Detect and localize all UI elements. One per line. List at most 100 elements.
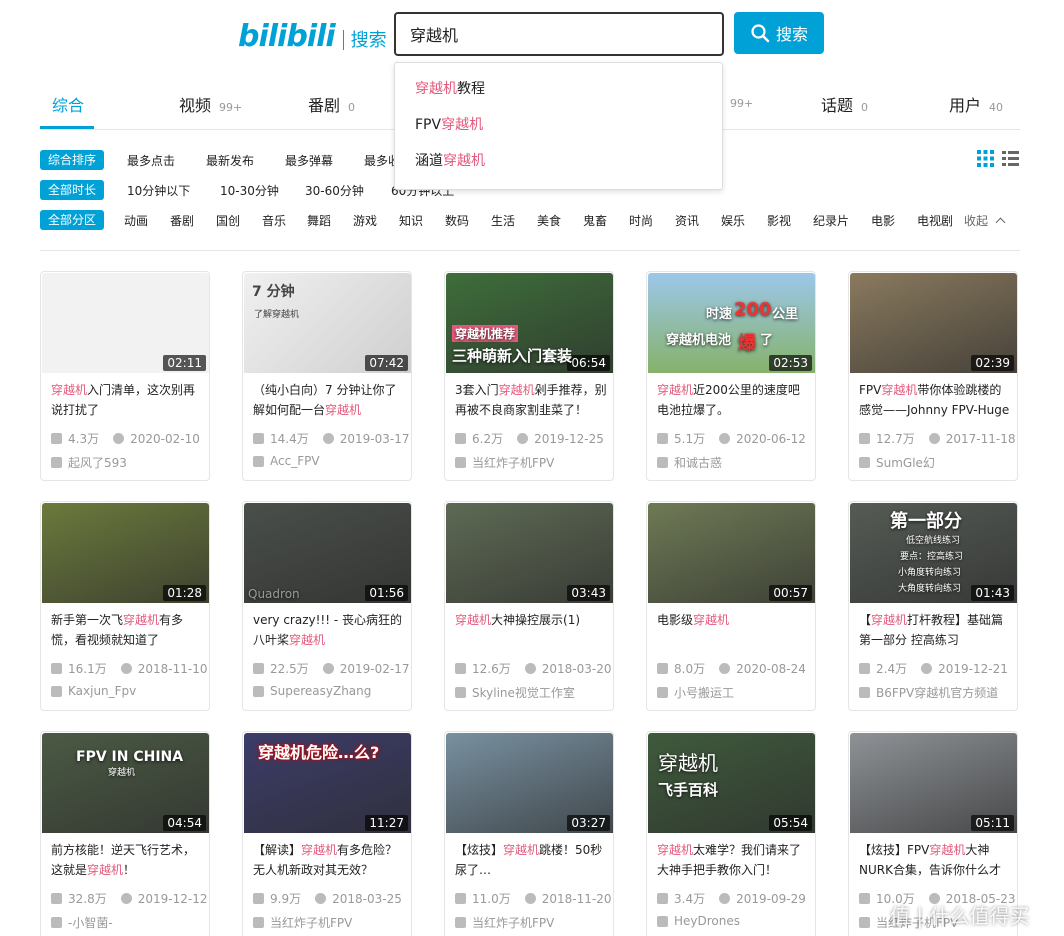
video-card[interactable]: 06:54 穿越机推荐 三种萌新入门套装 3套入门穿越机剁手推荐，别再被不良商家割韭菜… xyxy=(444,271,614,481)
video-thumbnail[interactable]: 06:54 穿越机推荐 三种萌新入门套装 xyxy=(446,273,613,373)
uploader[interactable]: 当红炸子机FPV xyxy=(253,914,352,931)
video-title[interactable]: 穿越机入门清单，这次别再说打扰了 xyxy=(51,380,203,420)
video-card[interactable]: 01:43 第一部分 低空航线练习 要点：控高练习 小角度转向练习 大角度转向练习【穿越机… xyxy=(848,501,1018,711)
video-thumbnail[interactable]: 00:57 xyxy=(648,503,815,603)
search-input[interactable] xyxy=(410,24,700,44)
uploader[interactable]: Acc_FPV xyxy=(253,454,320,468)
uploader[interactable]: 当红炸子机FPV xyxy=(455,454,554,471)
uploader[interactable]: SumGle幻 xyxy=(859,454,935,471)
video-thumbnail[interactable]: 01:43 第一部分 低空航线练习 要点：控高练习 小角度转向练习 大角度转向练习 xyxy=(850,503,1017,603)
zone-item[interactable]: 娱乐 xyxy=(721,212,745,229)
bilibili-logo[interactable]: bilibili 搜索 xyxy=(238,18,387,54)
suggest-item[interactable]: 涵道穿越机 xyxy=(395,143,722,179)
video-title[interactable]: very crazy!!! - 丧心病狂的八叶桨穿越机 xyxy=(253,610,405,650)
video-card[interactable]: 02:11 穿越机入门清单，这次别再说打扰了 4.3万 2020-02-10 起风了59… xyxy=(40,271,210,481)
video-thumbnail[interactable]: 05:11 xyxy=(850,733,1017,833)
video-thumbnail[interactable]: 01:56 Quadron xyxy=(244,503,411,603)
uploader[interactable]: -小智菌- xyxy=(51,914,113,931)
zone-item[interactable]: 影视 xyxy=(767,212,791,229)
zone-item[interactable]: 番剧 xyxy=(170,212,194,229)
uploader[interactable]: 起风了593 xyxy=(51,454,127,471)
video-title[interactable]: 穿越机太难学？我们请来了大神手把手教你入门！ xyxy=(657,840,809,880)
duration-30-60[interactable]: 30-60分钟 xyxy=(305,182,364,199)
zone-item[interactable]: 电影 xyxy=(871,212,895,229)
sort-most-click[interactable]: 最多点击 xyxy=(127,152,175,169)
video-thumbnail[interactable]: 05:54 穿越机 飞手百科 xyxy=(648,733,815,833)
uploader[interactable]: SupereasyZhang xyxy=(253,684,371,698)
sort-newest[interactable]: 最新发布 xyxy=(206,152,254,169)
video-thumbnail[interactable]: 04:54 FPV IN CHINA 穿越机 xyxy=(42,733,209,833)
suggest-item[interactable]: FPV穿越机 xyxy=(395,107,722,143)
video-thumbnail[interactable]: 07:42 7 分钟 了解穿越机 xyxy=(244,273,411,373)
tab-topic[interactable]: 话题 0 xyxy=(821,92,868,116)
sort-most-danmaku[interactable]: 最多弹幕 xyxy=(285,152,333,169)
suggest-item[interactable]: 穿越机教程 xyxy=(395,71,722,107)
video-card[interactable]: 00:57 电影级穿越机 8.0万 2020-08-24 小号搬运工 xyxy=(646,501,816,711)
uploader[interactable]: Skyline视觉工作室 xyxy=(455,684,575,701)
zone-item[interactable]: 生活 xyxy=(491,212,515,229)
video-card[interactable]: 03:43 穿越机大神操控展示(1) 12.6万 2018-03-20 Skyline视… xyxy=(444,501,614,711)
video-title[interactable]: 前方核能！逆天飞行艺术，这就是穿越机！ xyxy=(51,840,203,880)
sort-pill[interactable]: 综合排序 xyxy=(40,150,105,170)
zone-item[interactable]: 资讯 xyxy=(675,212,699,229)
uploader[interactable]: 小号搬运工 xyxy=(657,684,734,701)
tab-all[interactable]: 综合 xyxy=(52,92,84,116)
video-title[interactable]: 3套入门穿越机剁手推荐，别再被不良商家割韭菜了！ xyxy=(455,380,607,420)
video-thumbnail[interactable]: 11:27 穿越机危险…么? xyxy=(244,733,411,833)
zone-collapse-button[interactable]: 收起 xyxy=(964,212,1006,229)
video-card[interactable]: 11:27 穿越机危险…么? 【解读】穿越机有多危险？无人机新政对其无效？ 9.9万 2… xyxy=(242,731,412,936)
zone-item[interactable]: 纪录片 xyxy=(813,212,849,229)
zone-item[interactable]: 鬼畜 xyxy=(583,212,607,229)
video-thumbnail[interactable]: 02:39 xyxy=(850,273,1017,373)
zone-item[interactable]: 时尚 xyxy=(629,212,653,229)
zone-item[interactable]: 电视剧 xyxy=(917,212,953,229)
video-card[interactable]: 03:27 【炫技】穿越机跳楼！50秒尿了… 11.0万 2018-11-20 当红炸子… xyxy=(444,731,614,936)
search-button[interactable]: 搜索 xyxy=(734,12,824,54)
uploader[interactable]: HeyDrones xyxy=(657,914,740,928)
zone-item[interactable]: 音乐 xyxy=(262,212,286,229)
video-card[interactable]: 05:54 穿越机 飞手百科 穿越机太难学？我们请来了大神手把手教你入门！ 3.4万 20… xyxy=(646,731,816,936)
video-thumbnail[interactable]: 02:53 时速 200 公里 穿越机电池爆了 xyxy=(648,273,815,373)
duration-pill[interactable]: 全部时长 xyxy=(40,180,105,200)
zone-item[interactable]: 动画 xyxy=(124,212,148,229)
uploader[interactable]: 当红炸子机FPV xyxy=(455,914,554,931)
video-title[interactable]: 【炫技】FPV穿越机大神NURK合集，告诉你什么才 xyxy=(859,840,1011,880)
tab-bangumi[interactable]: 番剧 0 xyxy=(308,92,355,116)
grid-view-icon[interactable] xyxy=(977,150,994,167)
list-view-icon[interactable] xyxy=(1002,150,1019,167)
video-thumbnail[interactable]: 01:28 xyxy=(42,503,209,603)
zone-pill[interactable]: 全部分区 xyxy=(40,210,105,230)
tab-hidden[interactable]: 99+ xyxy=(722,92,753,111)
video-title[interactable]: 【穿越机打杆教程】基础篇第一部分 控高练习 xyxy=(859,610,1011,650)
tab-user[interactable]: 用户 40 xyxy=(949,92,1003,116)
zone-item[interactable]: 舞蹈 xyxy=(307,212,331,229)
duration-under10[interactable]: 10分钟以下 xyxy=(127,182,190,199)
video-title[interactable]: （纯小白向）7 分钟让你了解如何配一台穿越机 xyxy=(253,380,405,420)
video-card[interactable]: 04:54 FPV IN CHINA 穿越机 前方核能！逆天飞行艺术，这就是穿越机！ 3… xyxy=(40,731,210,936)
zone-item[interactable]: 数码 xyxy=(445,212,469,229)
video-title[interactable]: 穿越机大神操控展示(1) xyxy=(455,610,607,650)
video-card[interactable]: 02:53 时速 200 公里 穿越机电池爆了穿越机近200公里的速度吧电池拉爆了。 5.… xyxy=(646,271,816,481)
uploader[interactable]: B6FPV穿越机官方频道 xyxy=(859,684,998,701)
video-card[interactable]: 01:28 新手第一次飞穿越机有多慌，看视频就知道了 16.1万 2018-11-10… xyxy=(40,501,210,711)
video-title[interactable]: 新手第一次飞穿越机有多慌，看视频就知道了 xyxy=(51,610,203,650)
uploader[interactable]: 和诚古惑 xyxy=(657,454,722,471)
video-title[interactable]: FPV穿越机带你体验跳楼的感觉——Johnny FPV-Huge xyxy=(859,380,1011,420)
video-title[interactable]: 穿越机近200公里的速度吧电池拉爆了。 xyxy=(657,380,809,420)
video-card[interactable]: 01:56 Quadron very crazy!!! - 丧心病狂的八叶桨穿越机 2… xyxy=(242,501,412,711)
video-title[interactable]: 电影级穿越机 xyxy=(657,610,809,650)
zone-item[interactable]: 国创 xyxy=(216,212,240,229)
video-card[interactable]: 07:42 7 分钟 了解穿越机 （纯小白向）7 分钟让你了解如何配一台穿越机 14.4… xyxy=(242,271,412,481)
video-thumbnail[interactable]: 03:43 xyxy=(446,503,613,603)
zone-item[interactable]: 游戏 xyxy=(353,212,377,229)
zone-item[interactable]: 美食 xyxy=(537,212,561,229)
duration-10-30[interactable]: 10-30分钟 xyxy=(220,182,279,199)
video-title[interactable]: 【炫技】穿越机跳楼！50秒尿了… xyxy=(455,840,607,880)
video-thumbnail[interactable]: 02:11 xyxy=(42,273,209,373)
tab-video[interactable]: 视频 99+ xyxy=(179,92,242,116)
zone-item[interactable]: 知识 xyxy=(399,212,423,229)
video-thumbnail[interactable]: 03:27 xyxy=(446,733,613,833)
video-card[interactable]: 02:39 FPV穿越机带你体验跳楼的感觉——Johnny FPV-Huge 12.… xyxy=(848,271,1018,481)
search-box[interactable] xyxy=(394,12,724,56)
video-title[interactable]: 【解读】穿越机有多危险？无人机新政对其无效？ xyxy=(253,840,405,880)
